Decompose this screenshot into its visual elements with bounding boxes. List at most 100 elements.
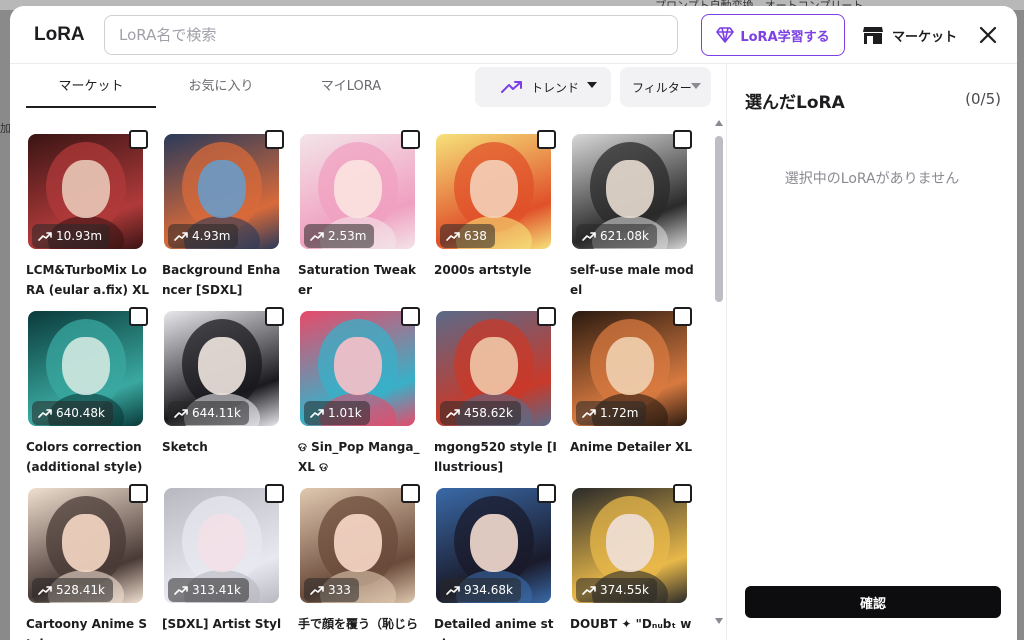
caret-down-icon [587,82,597,88]
market-label: マーケット [892,29,958,45]
thumbnail-face-shape [606,160,654,218]
modal-header: LoRA LoRA学習する マーケット [10,6,1017,64]
usage-count: 1.01k [328,406,362,420]
lora-card[interactable]: 458.62k mgong520 style [Illustrious] [418,293,557,474]
lora-name: Anime Detailer XL [570,440,693,454]
usage-count-badge: 333 [304,578,359,602]
usage-count: 621.08k [600,229,649,243]
usage-count-badge: 644.11k [168,401,249,425]
usage-count-badge: 10.93m [32,224,111,248]
filter-label: フィルター [632,80,692,95]
selected-count: (0/5) [965,90,1001,108]
lora-card[interactable]: 621.08k self-use male model [554,116,694,297]
background-left-text: 加 [0,122,11,135]
tab-favorites[interactable]: お気に入り [156,68,286,108]
selected-title: 選んだLoRA [745,93,845,113]
usage-count: 640.48k [56,406,105,420]
lora-name: 手で顔を覆う（恥じら [298,617,419,631]
lora-name: [SDXL] Artist Style: [162,617,282,640]
thumbnail-face-shape [606,514,654,572]
lora-card[interactable]: 640.48k Colors correction (additional sty… [10,293,148,474]
trending-icon [446,232,460,241]
selected-lora-panel: 選んだLoRA (0/5) 選択中のLoRAがありません 確認 [726,64,1017,640]
thumbnail-face-shape [334,160,382,218]
tab-market[interactable]: マーケット [26,68,156,108]
thumbnail-face-shape [62,514,110,572]
market-button[interactable]: マーケット [862,20,957,50]
usage-count: 10.93m [56,229,103,243]
trending-icon [310,409,324,418]
lora-card[interactable]: 10.93m LCM&TurboMix LoRA (eular a.fix) XL [10,116,149,297]
trending-icon [582,409,596,418]
lora-card[interactable]: 4.93m Background Enhancer [SDXL] [146,116,284,297]
thumbnail-face-shape [198,337,246,395]
scroll-down-icon[interactable] [715,618,723,624]
lora-name: Detailed anime style [434,617,554,640]
usage-count: 4.93m [192,229,231,243]
confirm-button[interactable]: 確認 [745,586,1001,618]
usage-count-badge: 2.53m [304,224,375,248]
usage-count-badge: 640.48k [32,401,113,425]
trending-icon [310,232,324,241]
lora-grid: 10.93m LCM&TurboMix LoRA (eular a.fix) XL… [10,116,710,640]
lora-card[interactable]: 528.41k Cartoony Anime Styl [10,470,148,640]
thumbnail-face-shape [62,337,110,395]
modal-title: LoRA [34,24,85,45]
lora-modal: LoRA LoRA学習する マーケット マーケット お気に入り マイLORA [10,6,1017,640]
usage-count-badge: 458.62k [440,401,521,425]
lora-card[interactable]: 313.41k [SDXL] Artist Style: [146,470,284,640]
thumbnail-face-shape [62,160,110,218]
thumbnail-face-shape [334,337,382,395]
select-checkbox[interactable] [673,484,692,503]
usage-count-badge: 1.01k [304,401,370,425]
usage-count: 313.41k [192,583,241,597]
lora-card[interactable]: 333 手で顔を覆う（恥じら [282,470,420,640]
usage-count-badge: 4.93m [168,224,239,248]
trending-icon [582,232,596,241]
lora-card[interactable]: 1.01k ଡ Sin_Pop Manga_XL ଡ [282,293,420,474]
usage-count-badge: 313.41k [168,578,249,602]
trending-icon [446,586,460,595]
close-button[interactable] [975,22,1001,48]
usage-count: 2.53m [328,229,367,243]
lora-card[interactable]: 374.55k DOUBT ✦ "Dₙᵤbₜ wₕᵢₛₚ [554,470,692,640]
usage-count: 333 [328,583,351,597]
search-input[interactable] [104,15,678,55]
trending-icon [174,409,188,418]
close-icon [979,26,997,44]
scroll-up-icon[interactable] [715,120,723,126]
usage-count: 458.62k [464,406,513,420]
sort-dropdown[interactable]: トレンド [475,67,611,107]
lora-card[interactable]: 644.11k Sketch [146,293,284,465]
lora-name: DOUBT ✦ "Dₙᵤbₜ wₕᵢₛₚ [570,617,692,640]
usage-count: 1.72m [600,406,639,420]
lora-card[interactable]: 2.53m Saturation Tweaker [282,116,420,297]
thumbnail-face-shape [198,514,246,572]
lora-card[interactable]: 638 2000s artstyle [418,116,556,288]
train-lora-button[interactable]: LoRA学習する [701,14,845,56]
usage-count: 528.41k [56,583,105,597]
usage-count-badge: 621.08k [576,224,657,248]
lora-card[interactable]: 1.72m Anime Detailer XL [554,293,692,465]
thumbnail-face-shape [334,514,382,572]
scrollbar[interactable] [713,116,725,636]
store-icon [863,27,883,44]
usage-count-badge: 374.55k [576,578,657,602]
lora-name: 2000s artstyle [434,263,532,277]
lora-name: Sketch [162,440,208,454]
filter-dropdown[interactable]: フィルター [620,67,711,107]
usage-count: 638 [464,229,487,243]
lora-name: Cartoony Anime Styl [26,617,147,640]
tab-my-lora[interactable]: マイLORA [286,68,416,108]
scrollbar-thumb[interactable] [715,136,723,302]
thumbnail-face-shape [470,160,518,218]
trending-icon [446,409,460,418]
usage-count-badge: 638 [440,224,495,248]
trending-icon [38,409,52,418]
select-checkbox[interactable] [673,130,692,149]
caret-down-icon [691,83,701,89]
lora-card[interactable]: 934.68k Detailed anime style [418,470,556,640]
trending-icon [38,232,52,241]
trending-icon [174,232,188,241]
select-checkbox[interactable] [673,307,692,326]
